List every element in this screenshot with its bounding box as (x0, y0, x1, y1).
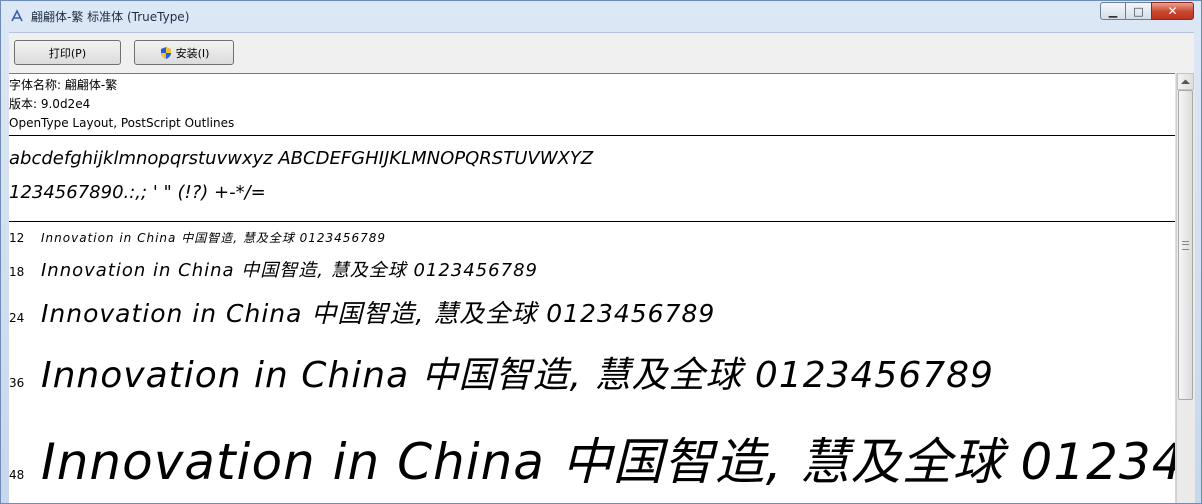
sample-size-label: 12 (9, 231, 25, 245)
sample-text: Innovation in China 中国智造, 慧及全球 012345678… (41, 433, 1175, 491)
sample-row-36: 36 Innovation in China 中国智造, 慧及全球 012345… (9, 346, 994, 398)
window-controls: ▁ □ ✕ (1100, 2, 1194, 20)
sample-size-label: 36 (9, 376, 25, 390)
font-format-line: OpenType Layout, PostScript Outlines (9, 116, 235, 130)
vertical-scrollbar[interactable] (1176, 73, 1195, 503)
charset-digits-symbols: 1234567890.:,; ' " (!?) +-*/= (9, 182, 266, 203)
install-button-label: 安装(I) (175, 46, 210, 60)
title-bar[interactable]: 翩翩体-繁 标准体 (TrueType) ▁ □ ✕ (1, 1, 1201, 31)
sample-text: Innovation in China 中国智造, 慧及全球 012345678… (41, 231, 386, 245)
font-preview-pane: 字体名称: 翩翩体-繁 版本: 9.0d2e4 OpenType Layout,… (9, 73, 1175, 503)
grip-icon (1182, 240, 1189, 250)
sample-size-label: 24 (9, 311, 25, 325)
scroll-up-arrow-icon[interactable] (1177, 73, 1194, 90)
sample-row-48: 48 Innovation in China 中国智造, 慧及全球 012345… (9, 422, 1175, 494)
install-button[interactable]: 安装(I) (134, 40, 234, 65)
font-info: 字体名称: 翩翩体-繁 版本: 9.0d2e4 OpenType Layout,… (9, 74, 1175, 133)
maximize-button[interactable]: □ (1126, 2, 1151, 20)
sample-size-label: 48 (9, 468, 25, 482)
charset-divider (9, 221, 1175, 222)
font-file-icon (9, 8, 25, 24)
window-title: 翩翩体-繁 标准体 (TrueType) (31, 9, 190, 24)
uac-shield-icon (159, 46, 173, 60)
font-version-line: 版本: 9.0d2e4 (9, 97, 91, 111)
character-set: abcdefghijklmnopqrstuvwxyz ABCDEFGHIJKLM… (9, 142, 1175, 210)
charset-letters: abcdefghijklmnopqrstuvwxyz ABCDEFGHIJKLM… (9, 148, 594, 169)
font-name-line: 字体名称: 翩翩体-繁 (9, 78, 118, 92)
sample-text: Innovation in China 中国智造, 慧及全球 012345678… (41, 355, 994, 396)
sample-text: Innovation in China 中国智造, 慧及全球 012345678… (41, 260, 538, 281)
info-divider (9, 135, 1175, 136)
font-preview-window: 翩翩体-繁 标准体 (TrueType) ▁ □ ✕ 打印(P) 安装(I) 字… (0, 0, 1202, 504)
sample-text: Innovation in China 中国智造, 慧及全球 012345678… (41, 299, 716, 328)
print-button[interactable]: 打印(P) (14, 40, 121, 65)
sample-size-label: 18 (9, 265, 25, 279)
sample-row-24: 24 Innovation in China 中国智造, 慧及全球 012345… (9, 294, 715, 330)
scrollbar-thumb[interactable] (1178, 90, 1193, 400)
minimize-button[interactable]: ▁ (1100, 2, 1126, 20)
sample-row-18: 18 Innovation in China 中国智造, 慧及全球 012345… (9, 256, 538, 282)
close-button[interactable]: ✕ (1151, 2, 1194, 20)
toolbar: 打印(P) 安装(I) (9, 32, 1194, 73)
sample-row-12: 12 Innovation in China 中国智造, 慧及全球 012345… (9, 229, 386, 246)
